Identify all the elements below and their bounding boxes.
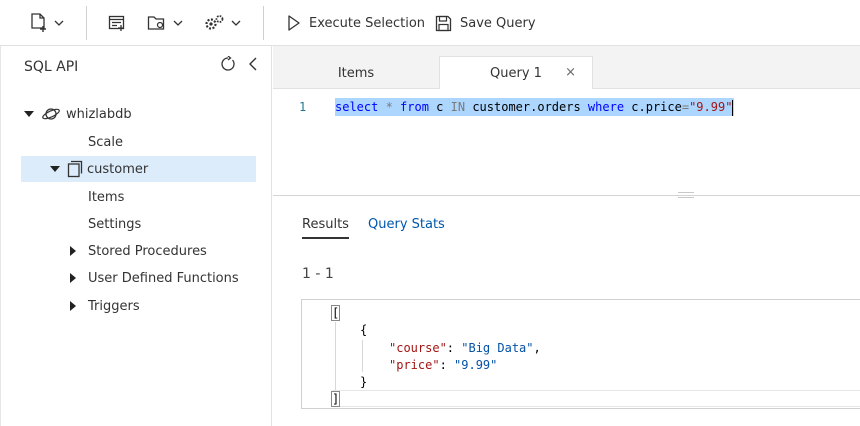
pane-splitter[interactable]	[273, 195, 860, 196]
tab-results[interactable]: Results	[302, 217, 349, 239]
tab-query-1[interactable]: Query 1 ×	[439, 56, 593, 90]
execute-selection-button[interactable]: Execute Selection	[287, 8, 425, 38]
query-text[interactable]: select * from c IN customer.orders where…	[335, 98, 735, 116]
execute-selection-label: Execute Selection	[309, 15, 426, 31]
tree-container-customer[interactable]: customer	[21, 156, 256, 182]
chevron-down-icon	[231, 20, 241, 26]
caret-right-icon	[70, 273, 76, 283]
tab-items[interactable]: Items	[273, 56, 439, 90]
tab-query-stats[interactable]: Query Stats	[368, 217, 445, 239]
operator-token: =	[681, 100, 690, 114]
new-container-button[interactable]	[30, 8, 64, 38]
api-title: SQL API	[24, 59, 79, 75]
gear-icon	[205, 15, 224, 30]
tree-item-items[interactable]: Items	[88, 184, 124, 210]
operator-token: *	[378, 100, 401, 114]
container-icon	[67, 160, 83, 178]
identifier-token: c.price	[624, 100, 682, 114]
refresh-icon	[221, 55, 235, 71]
json-value-price: "9.99"	[454, 358, 498, 372]
caret-down-icon	[50, 166, 60, 172]
open-query-button[interactable]	[147, 8, 183, 38]
caret-right-icon	[70, 246, 76, 256]
keyword-token: where	[587, 100, 625, 114]
toolbar-divider	[86, 6, 87, 40]
resource-tree-panel: SQL API whizlabdb Scale customer Items S…	[0, 46, 272, 426]
new-document-icon	[31, 13, 46, 32]
folder-query-icon	[147, 16, 165, 30]
tree-database-whizlabdb[interactable]: whizlabdb	[21, 101, 256, 127]
results-json-viewer[interactable]: [ { "course": "Big Data", "price": "9.99…	[301, 299, 860, 409]
collapse-panel-button[interactable]	[248, 56, 258, 76]
new-query-button[interactable]	[108, 8, 126, 38]
play-icon	[288, 15, 300, 31]
result-range: 1 - 1	[302, 266, 334, 282]
close-icon[interactable]: ×	[565, 65, 576, 80]
splitter-grip-icon[interactable]	[678, 192, 694, 198]
toolbar: Execute Selection Save Query	[0, 0, 860, 46]
tree-label: Triggers	[88, 298, 140, 314]
tree-label: Settings	[88, 216, 142, 232]
tree-item-triggers[interactable]: Triggers	[70, 293, 140, 319]
editor-tab-bar: Items Query 1 ×	[273, 46, 860, 90]
keyword-token: IN	[450, 100, 466, 114]
identifier-token: customer.orders	[465, 100, 588, 114]
indent-guide	[335, 322, 336, 390]
tree-item-udfs[interactable]: User Defined Functions	[70, 265, 239, 291]
tree-label: whizlabdb	[66, 106, 132, 122]
keyword-token: from	[400, 100, 429, 114]
string-token: "9.99"	[689, 100, 733, 114]
json-value-course: "Big Data"	[461, 341, 534, 355]
json-open-object: {	[360, 323, 368, 337]
tree-label: Items	[88, 189, 125, 205]
refresh-button[interactable]	[220, 55, 236, 76]
current-line-highlight	[332, 390, 860, 407]
query-editor[interactable]: 1 select * from c IN customer.orders whe…	[273, 89, 860, 195]
chevron-left-icon	[249, 57, 257, 71]
tree-item-scale[interactable]: Scale	[88, 129, 123, 155]
indent-guide	[362, 340, 363, 372]
toolbar-divider	[263, 6, 264, 40]
chevron-down-icon	[54, 20, 64, 26]
tree-item-stored-procedures[interactable]: Stored Procedures	[70, 238, 207, 264]
tree-label: Stored Procedures	[88, 243, 207, 259]
chevron-down-icon	[173, 20, 183, 26]
text-cursor	[732, 99, 734, 116]
query-window-icon	[108, 15, 125, 31]
json-key-price: "price"	[389, 358, 440, 372]
save-icon	[435, 15, 452, 31]
json-close-array: ]	[331, 391, 341, 407]
save-query-label: Save Query	[460, 15, 536, 31]
line-number: 1	[299, 100, 307, 114]
caret-right-icon	[70, 301, 76, 311]
save-query-button[interactable]: Save Query	[435, 8, 536, 38]
json-close-object: }	[360, 375, 368, 389]
tree-label: Scale	[88, 134, 123, 150]
tree-label: customer	[87, 161, 149, 177]
caret-down-icon	[24, 111, 34, 117]
tab-label: Items	[337, 65, 375, 81]
json-key-course: "course"	[389, 341, 447, 355]
tree-item-settings[interactable]: Settings	[88, 211, 141, 237]
keyword-token: select	[335, 100, 379, 114]
json-open-array: [	[331, 305, 341, 321]
identifier-token: c	[428, 100, 451, 114]
tab-label: Query 1	[490, 66, 542, 81]
tree-label: User Defined Functions	[88, 270, 239, 286]
settings-menu-button[interactable]	[203, 8, 241, 38]
database-planet-icon	[42, 108, 60, 120]
